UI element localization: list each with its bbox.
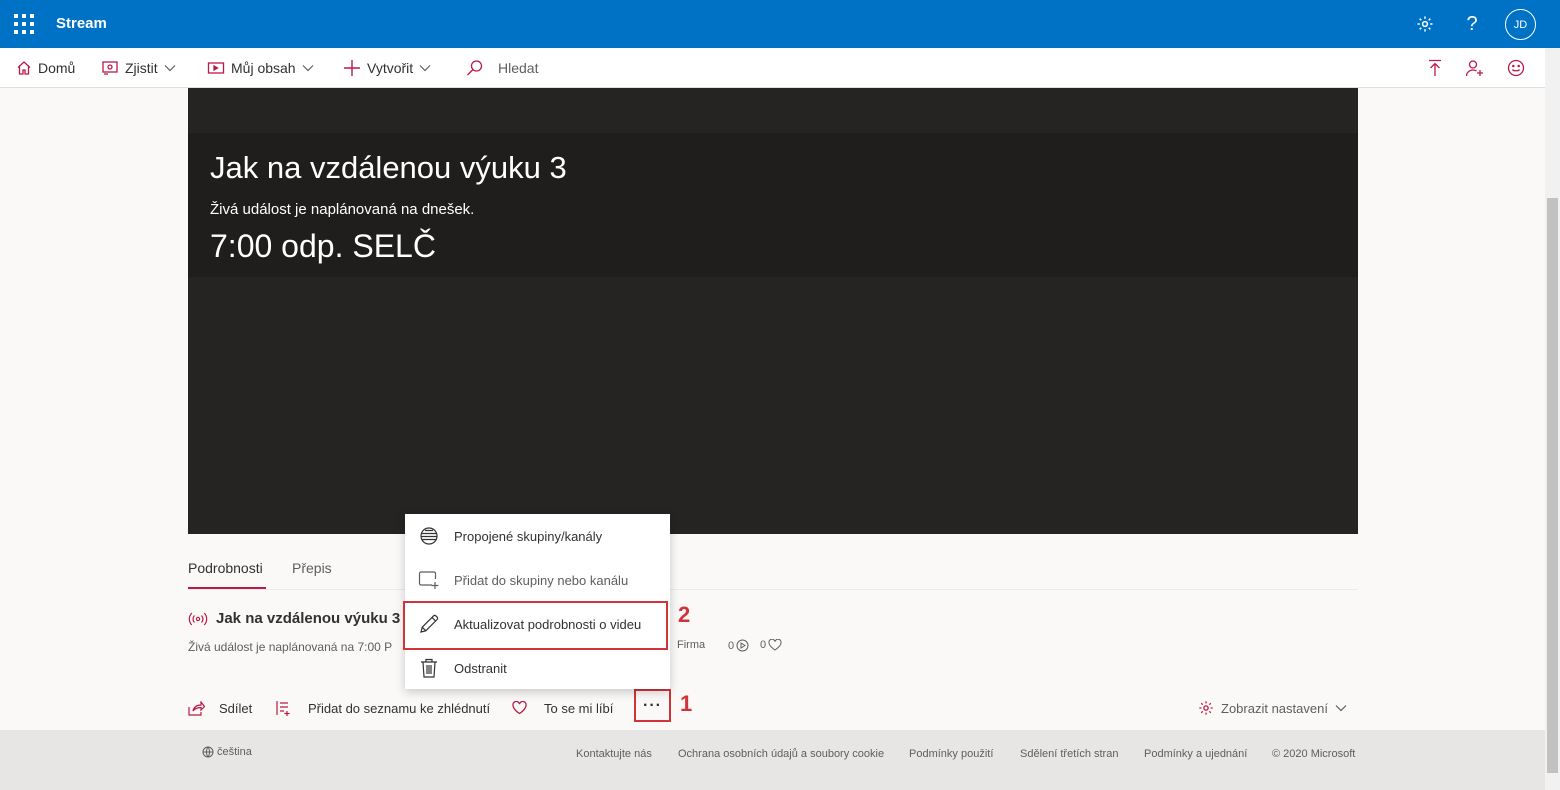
more-options-menu: Propojené skupiny/kanály Přidat do skupi… xyxy=(405,514,670,689)
invite-user-icon[interactable] xyxy=(1463,56,1487,80)
menu-item-label: Propojené skupiny/kanály xyxy=(454,528,603,544)
nav-my-content-label: Můj obsah xyxy=(231,60,296,76)
chevron-down-icon xyxy=(419,65,431,72)
trash-icon xyxy=(421,658,437,678)
chevron-down-icon xyxy=(164,65,176,72)
nav-discover-label: Zjistit xyxy=(125,60,158,76)
upload-icon[interactable] xyxy=(1423,56,1447,80)
footer-copyright: © 2020 Microsoft xyxy=(1272,748,1356,760)
search-box[interactable]: Hledat xyxy=(466,48,538,88)
views-count-value: 0 xyxy=(728,639,735,652)
menu-item-delete[interactable]: Odstranit xyxy=(405,646,670,690)
likes-count: 0 xyxy=(760,639,782,651)
nav-create-label: Vytvořit xyxy=(367,60,414,76)
help-icon[interactable]: ? xyxy=(1460,12,1484,36)
footer-link-privacy[interactable]: Ochrana osobních údajů a soubory cookie xyxy=(678,748,884,760)
globe-icon xyxy=(420,527,438,545)
share-button[interactable]: Sdílet xyxy=(188,697,252,719)
live-broadcast-icon xyxy=(188,612,208,625)
event-subtitle: Živá událost je naplánovaná na dnešek. xyxy=(210,201,475,218)
footer-link-third-party[interactable]: Sdělení třetích stran xyxy=(1020,748,1118,760)
avatar[interactable]: JD xyxy=(1505,9,1536,40)
discover-icon xyxy=(102,61,118,75)
add-to-group-icon xyxy=(418,571,439,589)
footer-link-contact[interactable]: Kontaktujte nás xyxy=(576,748,652,760)
nav-home[interactable]: Domů xyxy=(16,48,75,88)
home-icon xyxy=(17,61,31,75)
watchlist-add-icon xyxy=(276,700,290,716)
footer-link-terms-of-use[interactable]: Podmínky použití xyxy=(909,748,993,760)
menu-item-label: Aktualizovat podrobnosti o videu xyxy=(454,616,642,632)
privacy-label: Firma xyxy=(677,639,706,651)
menu-item-label: Odstranit xyxy=(454,660,507,676)
nav-discover[interactable]: Zjistit xyxy=(101,48,176,88)
page-scrollbar[interactable] xyxy=(1545,48,1560,790)
menu-item-update-details[interactable]: Aktualizovat podrobnosti o videu xyxy=(405,602,670,646)
menu-item-add-to-group[interactable]: Přidat do skupiny nebo kanálu xyxy=(405,558,670,602)
chevron-down-icon xyxy=(1335,705,1347,712)
feedback-smiley-icon[interactable] xyxy=(1504,56,1528,80)
app-bar: Stream ? JD xyxy=(0,0,1560,48)
globe-icon xyxy=(202,746,214,758)
scrollbar-thumb[interactable] xyxy=(1547,198,1558,773)
video-title-text: Jak na vzdálenou výuku 3 xyxy=(216,610,401,627)
view-settings-button[interactable]: Zobrazit nastavení xyxy=(1198,697,1347,719)
tabs-divider xyxy=(188,589,1358,590)
views-count: 0 xyxy=(728,639,749,652)
add-to-watchlist-button[interactable]: Přidat do seznamu ke zhlédnutí xyxy=(276,697,490,719)
view-settings-label: Zobrazit nastavení xyxy=(1221,700,1328,716)
play-circle-icon xyxy=(736,639,749,652)
language-selector[interactable]: čeština xyxy=(202,746,252,758)
search-placeholder: Hledat xyxy=(498,60,539,76)
event-title: Jak na vzdálenou výuku 3 xyxy=(210,150,567,185)
share-icon xyxy=(188,700,205,716)
likes-count-value: 0 xyxy=(760,639,767,651)
share-label: Sdílet xyxy=(219,700,253,716)
menu-item-linked-groups[interactable]: Propojené skupiny/kanály xyxy=(405,514,670,558)
step-1-callout: 1 xyxy=(680,691,693,716)
tab-details[interactable]: Podrobnosti xyxy=(188,560,263,576)
settings-gear-icon xyxy=(1199,701,1213,715)
add-to-watchlist-label: Přidat do seznamu ke zhlédnutí xyxy=(308,700,491,716)
nav-home-label: Domů xyxy=(38,60,76,76)
chevron-down-icon xyxy=(302,65,314,72)
app-launcher-icon[interactable] xyxy=(14,14,34,34)
more-options-button[interactable]: ··· xyxy=(634,689,671,722)
video-title: Jak na vzdálenou výuku 3 xyxy=(188,610,400,627)
settings-gear-icon[interactable] xyxy=(1413,12,1437,36)
pencil-icon xyxy=(420,614,439,633)
app-title[interactable]: Stream xyxy=(56,15,107,32)
heart-outline-icon xyxy=(768,639,782,651)
search-icon xyxy=(467,60,483,76)
nav-my-content[interactable]: Můj obsah xyxy=(207,48,314,88)
video-schedule-text: Živá událost je naplánovaná na 7:00 P xyxy=(188,640,393,654)
like-label: To se mi líbí xyxy=(544,700,614,716)
main-nav: Domů Zjistit Můj obsah Vytvořit Hledat xyxy=(0,48,1545,88)
like-button[interactable]: To se mi líbí xyxy=(512,697,613,719)
nav-create[interactable]: Vytvořit xyxy=(343,48,431,88)
language-label: čeština xyxy=(217,746,252,758)
event-time: 7:00 odp. SELČ xyxy=(210,228,436,264)
footer-link-terms-conditions[interactable]: Podmínky a ujednání xyxy=(1144,748,1247,760)
menu-item-label: Přidat do skupiny nebo kanálu xyxy=(454,572,629,588)
plus-icon xyxy=(344,60,360,76)
step-2-callout: 2 xyxy=(678,602,691,627)
video-player[interactable]: Jak na vzdálenou výuku 3 Živá událost je… xyxy=(188,88,1358,534)
footer xyxy=(0,730,1545,790)
tab-transcript[interactable]: Přepis xyxy=(292,560,332,576)
heart-icon xyxy=(512,701,527,715)
video-icon xyxy=(207,62,225,74)
